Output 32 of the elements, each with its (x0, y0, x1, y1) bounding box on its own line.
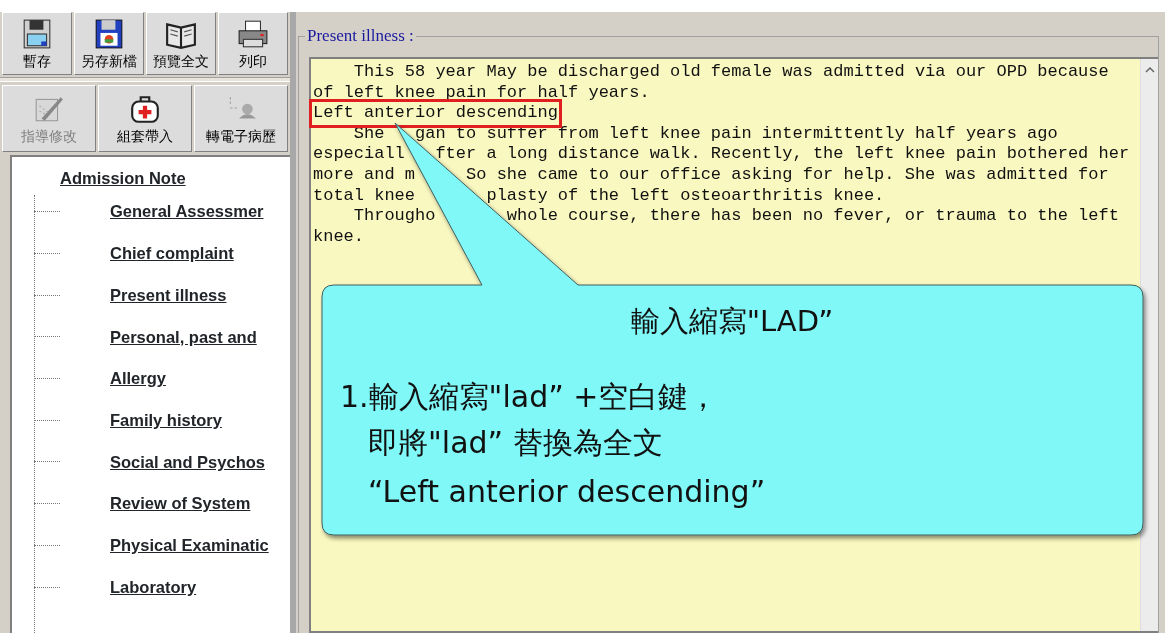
toolbar-button[interactable]: 預覽全文 (146, 12, 216, 75)
text-line: Througho whole course, there has been no fever, or trauma to the left (352, 206, 1119, 227)
scroll-up-icon[interactable] (1144, 65, 1155, 73)
tree-node[interactable]: Laboratory (110, 574, 197, 600)
tree-node[interactable]: Present illness (110, 282, 227, 308)
callout-text: 即將"lad” 替換為全文 (368, 425, 663, 461)
text-line: especiall fter a long distance walk. Recently, the left knee pain bothered her (313, 144, 1130, 165)
text-line: total knee plasty of the left osteoarthritis knee. (313, 185, 885, 207)
tree-node[interactable]: Review of System (110, 491, 251, 517)
scrollbar[interactable] (1140, 59, 1158, 631)
toolbar-button[interactable]: 暫存 (2, 12, 72, 75)
tree-node[interactable]: Allergy (110, 366, 166, 391)
text-line: This 58 year May be discharged old female was admitted via our OPD because (352, 62, 1109, 83)
toolbar-button[interactable]: 組套帶入 (98, 85, 192, 152)
tree-node[interactable]: Social and Psychos (110, 449, 265, 475)
toolbar-button[interactable]: 轉電子病歷 (194, 85, 288, 152)
tree-node[interactable]: Admission Note (60, 168, 186, 188)
text-line: of left knee pain for half years. (313, 82, 650, 104)
tree-node[interactable]: Family history (110, 407, 222, 433)
printer-icon (237, 18, 269, 50)
callout-text: 1.輸入縮寫"lad” +空白鍵， (340, 379, 719, 415)
toolbar-button[interactable]: 列印 (218, 12, 288, 75)
tree-node[interactable]: General Assessmer (110, 199, 264, 225)
callout-text: “Left anterior descending” (368, 474, 766, 510)
tree-node[interactable]: Physical Examinatic (110, 532, 269, 558)
medical-bag-icon (129, 93, 161, 125)
callout-title: 輸入縮寫"LAD” (629, 303, 835, 339)
tree-node[interactable]: Chief complaint (110, 241, 234, 266)
text-line: knee. (313, 226, 364, 248)
toolbar-button[interactable]: 另存新檔 (74, 12, 144, 75)
tree-node[interactable]: Personal, past and (110, 324, 257, 350)
text-line: more and m So she came to our office asking for help. She was admitted for (313, 164, 1109, 186)
